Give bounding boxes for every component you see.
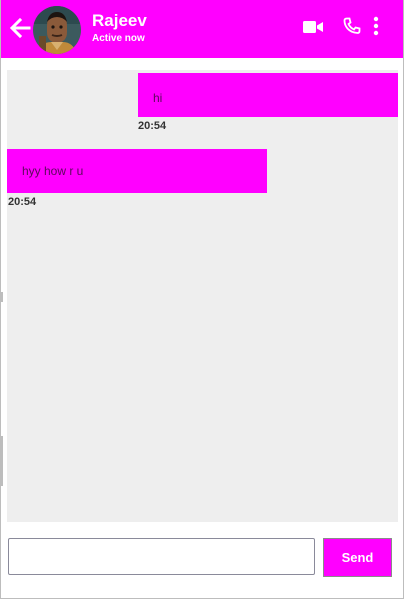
more-options-button[interactable] [371, 16, 381, 36]
message-timestamp: 20:54 [8, 196, 37, 208]
video-call-button[interactable] [302, 19, 324, 35]
message-input[interactable] [8, 538, 315, 575]
avatar[interactable] [33, 6, 81, 54]
message-text: hyy how r u [22, 164, 84, 178]
arrow-left-icon [9, 17, 31, 39]
chat-header: Rajeev Active now [1, 0, 403, 58]
chat-window: Rajeev Active now hi 20:54 hyy how r u 2… [0, 0, 404, 599]
contact-name: Rajeev [92, 11, 147, 30]
incoming-message-bubble: hyy how r u [7, 149, 267, 193]
contact-status: Active now [92, 33, 145, 44]
phone-icon [343, 17, 361, 34]
message-list: hi 20:54 hyy how r u 20:54 [7, 70, 398, 522]
back-button[interactable] [9, 17, 31, 39]
more-vertical-icon [373, 16, 379, 36]
edge-divider [1, 436, 3, 486]
outgoing-message-bubble: hi [138, 73, 398, 117]
voice-call-button[interactable] [343, 17, 361, 35]
send-button[interactable]: Send [323, 538, 392, 577]
edge-divider [1, 292, 3, 302]
video-camera-icon [303, 21, 323, 33]
avatar-image [33, 6, 81, 54]
message-timestamp: 20:54 [138, 120, 167, 132]
message-text: hi [153, 91, 163, 105]
